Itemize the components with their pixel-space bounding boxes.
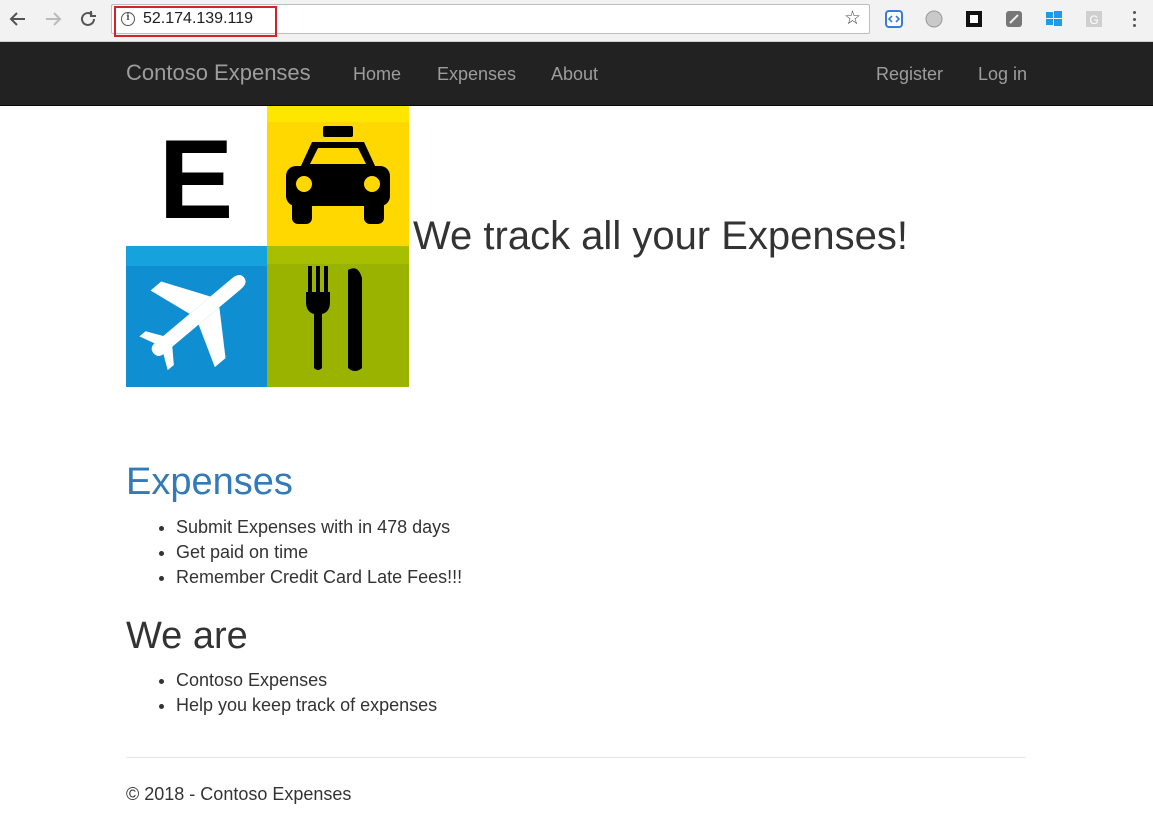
info-icon[interactable]: i [121,12,135,26]
list-item: Help you keep track of expenses [176,693,437,718]
brand-link[interactable]: Contoso Expenses [126,60,311,86]
g-extension-icon[interactable]: G [1084,9,1104,29]
footer-divider [126,757,1026,758]
windows-icon[interactable] [1044,9,1064,29]
we-are-list: Contoso Expenses Help you keep track of … [126,668,437,718]
back-arrow-icon[interactable] [5,6,31,32]
globe-extension-icon[interactable] [924,9,944,29]
expenses-section-title: Expenses [126,461,293,503]
we-are-section-title: We are [126,615,248,657]
menu-icon[interactable] [1124,8,1144,30]
url-text[interactable]: 52.174.139.119 [143,10,253,28]
square-extension-icon[interactable] [964,9,984,29]
list-item: Submit Expenses with in 478 days [176,515,462,540]
note-extension-icon[interactable] [1004,9,1024,29]
site-navbar: Contoso Expenses Home Expenses About Reg… [0,42,1153,106]
expenses-list: Submit Expenses with in 478 days Get pai… [126,515,462,590]
nav-link-expenses[interactable]: Expenses [437,64,516,85]
nav-link-register[interactable]: Register [876,64,943,85]
nav-link-login[interactable]: Log in [978,64,1027,85]
forward-arrow-icon[interactable] [40,6,66,32]
hero-heading: We track all your Expenses! [413,214,909,258]
code-extension-icon[interactable] [884,9,904,29]
star-icon[interactable]: ☆ [844,9,861,29]
list-item: Contoso Expenses [176,668,437,693]
logo-letter: E [159,117,234,242]
nav-link-home[interactable]: Home [353,64,401,85]
list-item: Get paid on time [176,540,462,565]
footer-copyright: © 2018 - Contoso Expenses [126,784,352,804]
browser-toolbar: i 52.174.139.119 ☆ G [0,0,1153,42]
nav-link-about[interactable]: About [551,64,598,85]
list-item: Remember Credit Card Late Fees!!! [176,565,462,590]
expenses-logo: E [126,106,409,387]
reload-icon[interactable] [75,6,101,32]
svg-text:G: G [1089,13,1098,27]
